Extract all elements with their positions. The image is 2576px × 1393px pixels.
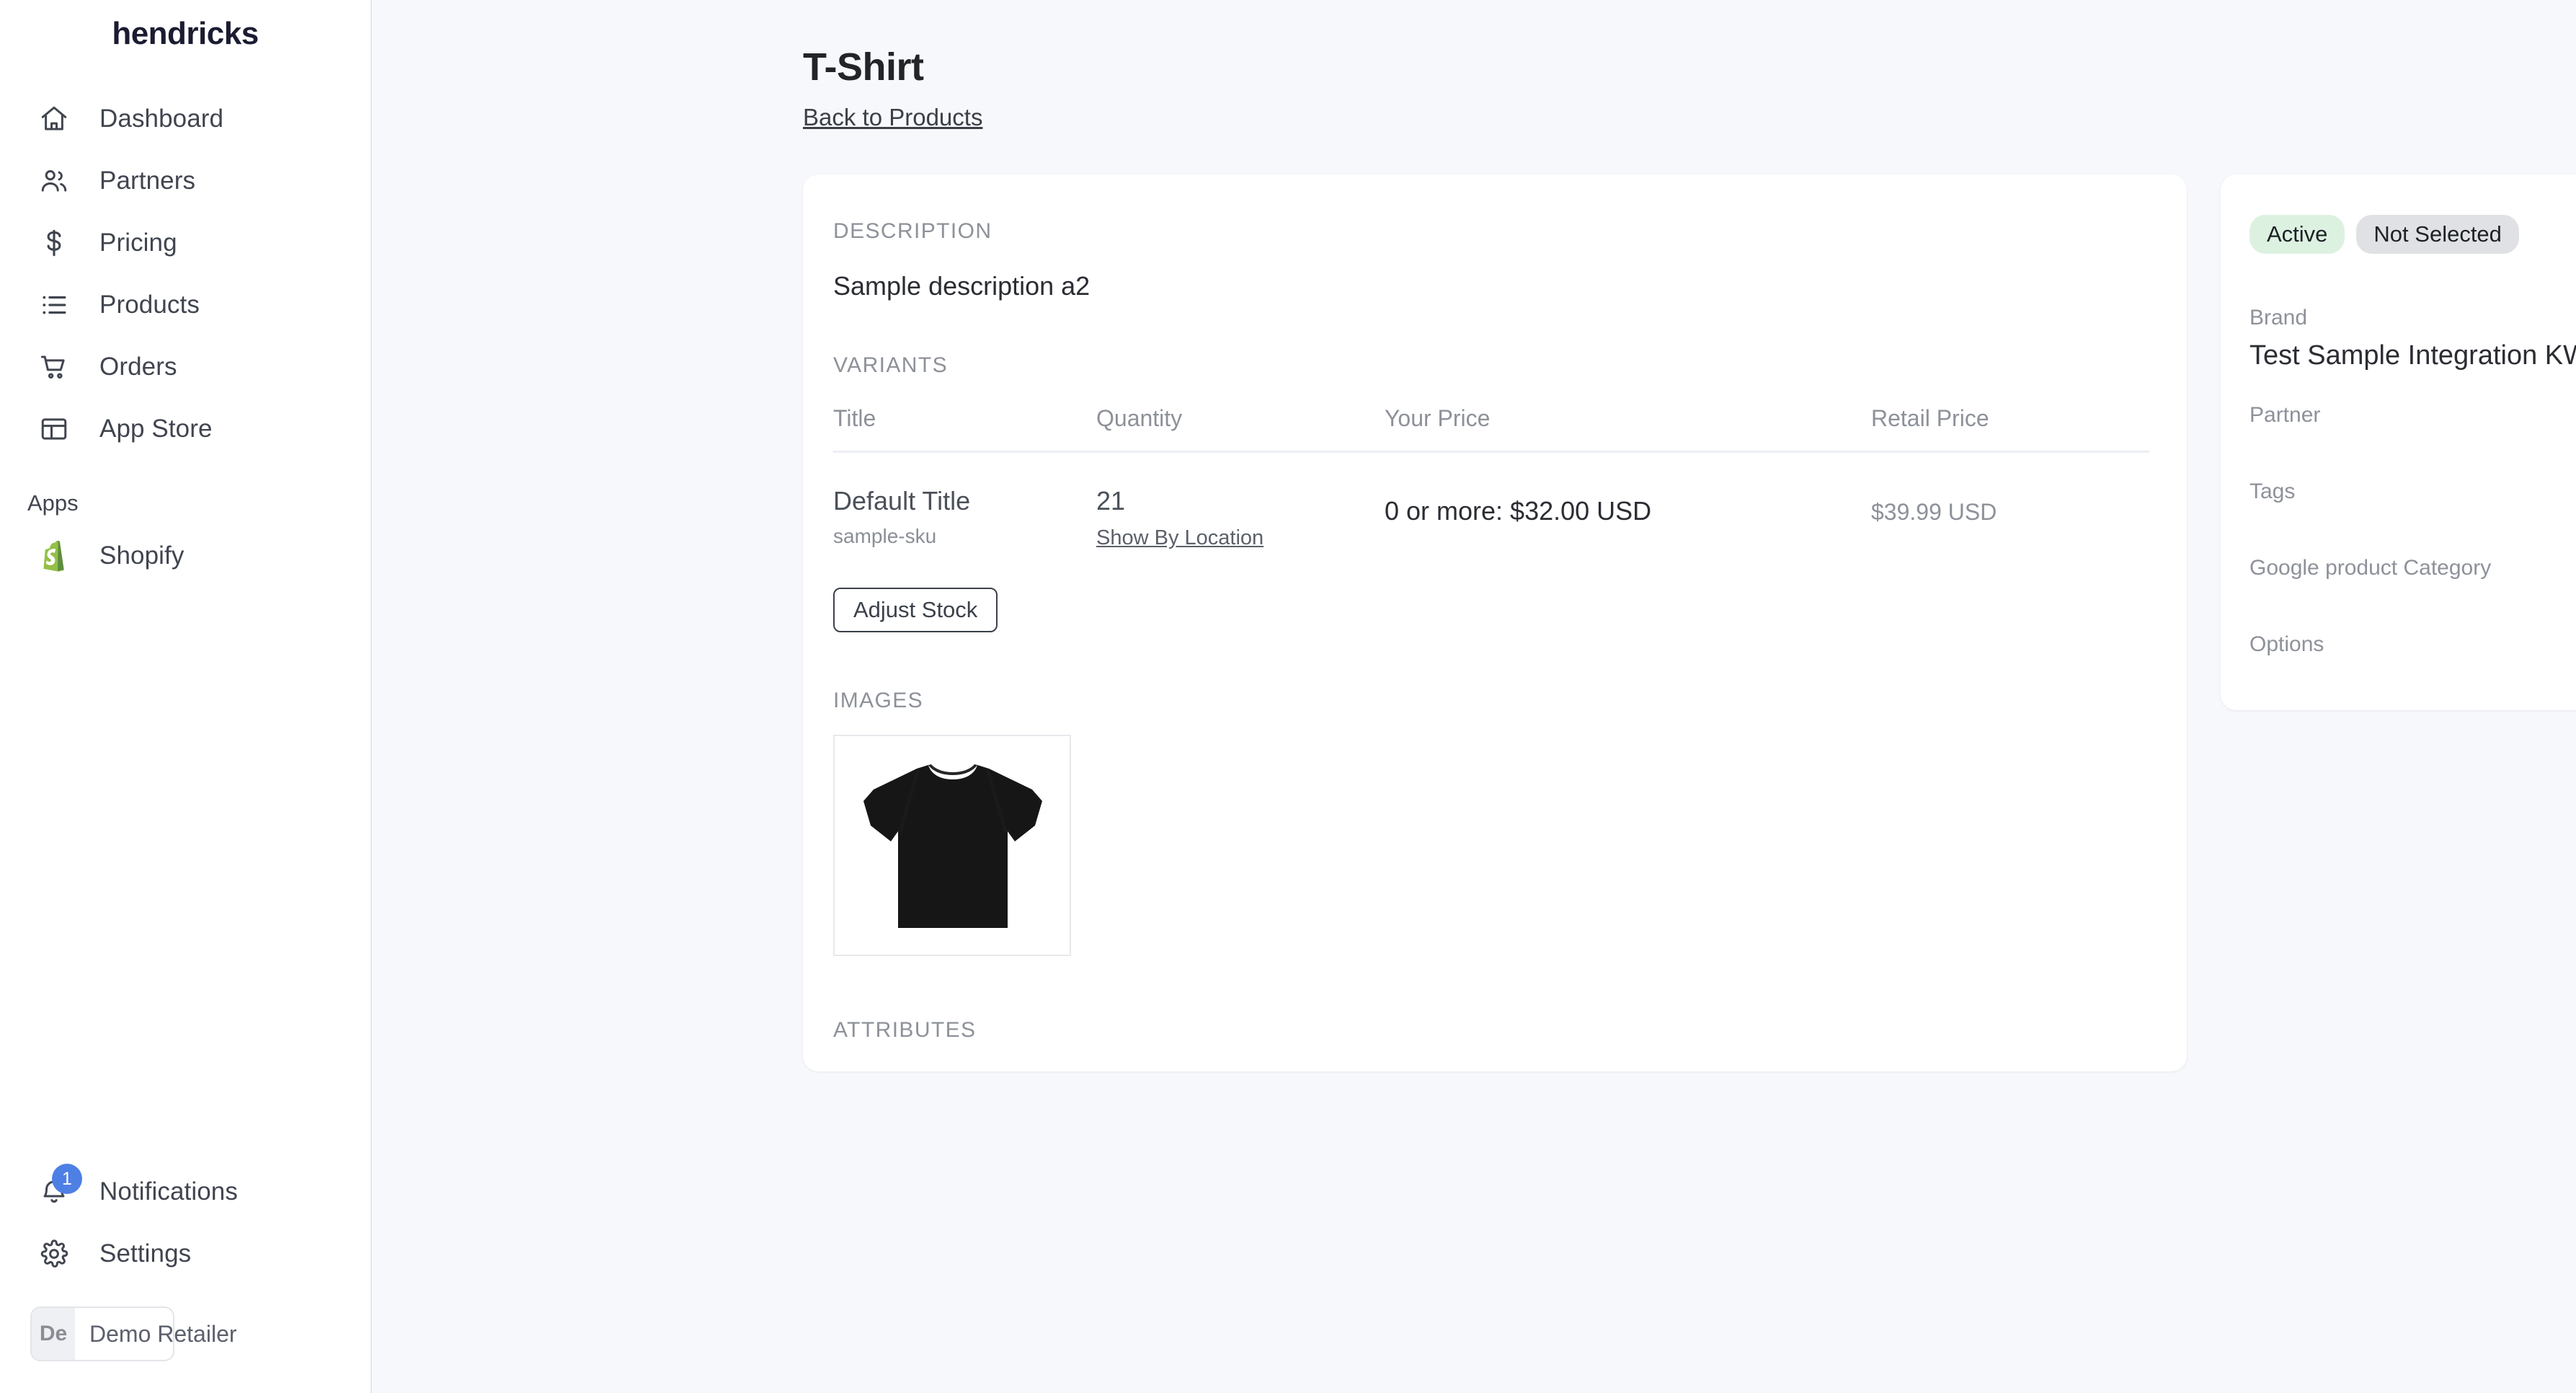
layout-icon (37, 412, 71, 446)
apps-section-heading: Apps (27, 490, 79, 516)
variant-title: Default Title (833, 486, 971, 516)
cell-title: Default Title sample-sku (833, 452, 1096, 551)
column-header-your-price: Your Price (1385, 405, 1871, 453)
status-badges: Active Not Selected (2249, 215, 2576, 254)
primary-nav: Dashboard Partners Pricing Products Orde… (0, 88, 370, 460)
app-root: hendricks Dashboard Partners Pricing Pro… (0, 0, 2576, 1393)
sidebar-item-label: Partners (99, 167, 196, 195)
description-section-label: DESCRIPTION (833, 219, 992, 243)
product-detail-card: DESCRIPTION Sample description a2 VARIAN… (803, 174, 2187, 1071)
sidebar: hendricks Dashboard Partners Pricing Pro… (0, 0, 372, 1393)
column-header-title: Title (833, 405, 1096, 453)
gear-icon (37, 1237, 71, 1270)
content-columns: DESCRIPTION Sample description a2 VARIAN… (803, 174, 2576, 1071)
main-content: T-Shirt Back to Products Select DESCRIPT… (372, 0, 2576, 1393)
column-header-retail-price: Retail Price (1871, 405, 2149, 453)
field-brand: Brand Test Sample Integration KW (2249, 306, 2576, 371)
bell-icon: 1 (37, 1164, 82, 1208)
cell-quantity: 21 Show By Location (1096, 452, 1385, 551)
sidebar-item-label: App Store (99, 415, 213, 443)
attributes-section-label: ATTRIBUTES (833, 1018, 977, 1042)
page-header: T-Shirt Back to Products (372, 0, 2576, 131)
sidebar-item-label: Notifications (99, 1177, 238, 1206)
shopify-icon (37, 538, 71, 574)
variant-your-price: 0 or more: $32.00 USD (1385, 496, 1652, 526)
field-value: Test Sample Integration KW (2249, 340, 2576, 371)
users-icon (37, 164, 71, 198)
sidebar-item-partners[interactable]: Partners (0, 150, 370, 212)
sidebar-item-label: Shopify (99, 541, 185, 570)
retailer-name: Demo Retailer (89, 1320, 237, 1347)
sidebar-item-products[interactable]: Products (0, 274, 370, 336)
sidebar-footer: 1 Notifications Settings De Demo Retaile… (0, 1161, 372, 1361)
back-to-products-link[interactable]: Back to Products (803, 104, 982, 131)
tshirt-icon (848, 744, 1057, 947)
sidebar-item-settings[interactable]: Settings (0, 1223, 372, 1285)
cell-your-price: 0 or more: $32.00 USD (1385, 452, 1871, 551)
retailer-switcher[interactable]: De Demo Retailer (30, 1306, 237, 1361)
field-partner: Partner (2249, 403, 2576, 428)
variant-sku: sample-sku (833, 525, 937, 547)
field-label: Brand (2249, 306, 2308, 330)
sidebar-item-pricing[interactable]: Pricing (0, 212, 370, 274)
product-meta-card: Active Not Selected Brand Test Sample In… (2221, 174, 2576, 710)
variant-quantity: 21 (1096, 486, 1126, 516)
field-label: Partner (2249, 403, 2321, 427)
product-image-thumbnail[interactable] (833, 735, 1071, 956)
notification-badge: 1 (52, 1164, 82, 1194)
column-header-quantity: Quantity (1096, 405, 1385, 453)
variants-table: Title Quantity Your Price Retail Price D… (833, 405, 2149, 550)
table-row: Default Title sample-sku 21 Show By Loca… (833, 452, 2149, 551)
field-google-product-category: Google product Category (2249, 556, 2576, 580)
dollar-icon (37, 226, 71, 260)
sidebar-item-label: Products (99, 291, 200, 319)
avatar: De (32, 1308, 75, 1360)
sidebar-item-label: Settings (99, 1239, 192, 1268)
description-text: Sample description a2 (833, 271, 1091, 301)
adjust-stock-button[interactable]: Adjust Stock (833, 588, 998, 632)
sidebar-item-shopify[interactable]: Shopify (0, 525, 370, 587)
sidebar-item-label: Pricing (99, 229, 177, 257)
show-by-location-link[interactable]: Show By Location (1096, 526, 1263, 550)
home-icon (37, 102, 71, 136)
sidebar-item-label: Orders (99, 353, 177, 381)
sidebar-item-dashboard[interactable]: Dashboard (0, 88, 370, 150)
page-title: T-Shirt (803, 45, 924, 89)
status-badge: Active (2249, 215, 2345, 254)
field-label: Tags (2249, 479, 2296, 503)
list-icon (37, 288, 71, 322)
sidebar-item-app-store[interactable]: App Store (0, 398, 370, 460)
cell-retail-price: $39.99 USD (1871, 452, 2149, 551)
sidebar-item-orders[interactable]: Orders (0, 336, 370, 398)
images-section-label: IMAGES (833, 689, 924, 712)
brand-logo: hendricks (112, 16, 259, 51)
field-label: Options (2249, 632, 2324, 656)
selection-badge: Not Selected (2356, 215, 2519, 254)
table-header-row: Title Quantity Your Price Retail Price (833, 405, 2149, 453)
field-label: Google product Category (2249, 556, 2492, 580)
field-tags: Tags (2249, 479, 2576, 504)
variant-retail-price: $39.99 USD (1871, 499, 1997, 525)
sidebar-item-label: Dashboard (99, 105, 224, 133)
field-options: Options (2249, 632, 2576, 657)
sidebar-item-notifications[interactable]: 1 Notifications (0, 1161, 372, 1223)
cart-icon (37, 350, 71, 384)
variants-section-label: VARIANTS (833, 353, 949, 377)
